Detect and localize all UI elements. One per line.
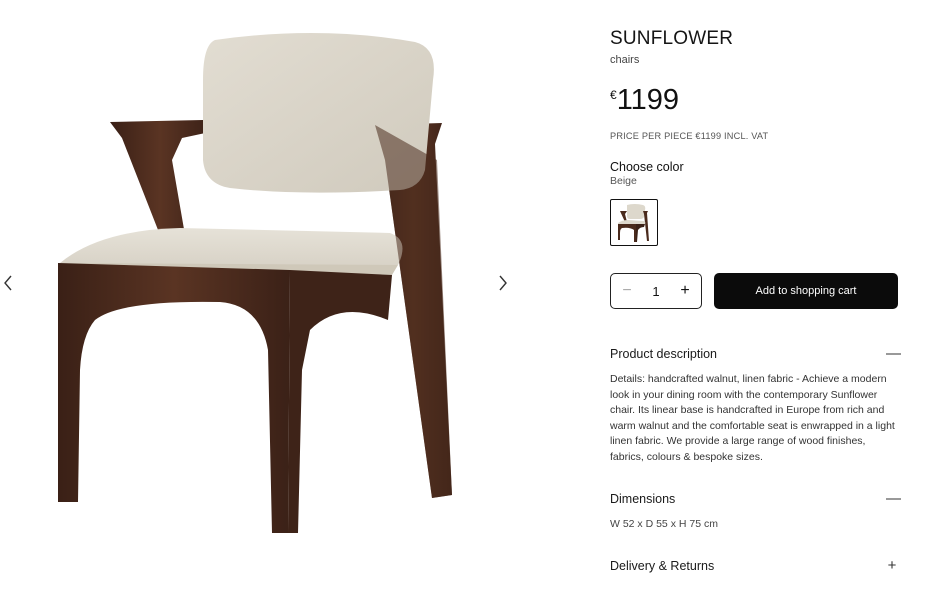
chevron-left-icon xyxy=(4,275,12,291)
collapse-icon: — xyxy=(886,345,901,362)
dimensions-value: W 52 x D 55 x H 75 cm xyxy=(610,518,718,530)
chevron-right-icon xyxy=(499,275,507,291)
product-category: chairs xyxy=(610,54,640,66)
dimensions-label: Dimensions xyxy=(610,491,676,506)
product-price: €1199 xyxy=(610,84,679,117)
currency-symbol: € xyxy=(610,88,617,102)
color-swatch-beige[interactable] xyxy=(610,199,658,246)
previous-image-button[interactable] xyxy=(0,272,18,294)
collapse-icon: — xyxy=(886,490,901,507)
chair-product-image xyxy=(58,32,452,533)
product-gallery xyxy=(0,0,520,590)
price-note: PRICE PER PIECE €1199 INCL. VAT xyxy=(610,131,769,141)
next-image-button[interactable] xyxy=(493,272,513,294)
chair-thumbnail-icon xyxy=(618,203,649,242)
delivery-returns-label: Delivery & Returns xyxy=(610,558,715,573)
product-description-label: Product description xyxy=(610,346,718,361)
price-amount: 1199 xyxy=(616,84,680,116)
minus-icon[interactable]: − xyxy=(619,283,635,299)
plus-icon[interactable]: + xyxy=(677,283,693,299)
product-description-text: Details: handcrafted walnut, linen fabri… xyxy=(610,373,895,463)
add-to-cart-button[interactable]: Add to shopping cart xyxy=(714,273,898,309)
selected-color-value: Beige xyxy=(610,175,637,187)
product-description-toggle[interactable]: Product description — xyxy=(610,345,901,362)
quantity-stepper: − 1 + xyxy=(610,273,702,309)
delivery-returns-toggle[interactable]: Delivery & Returns + xyxy=(610,557,898,574)
product-title: SUNFLOWER xyxy=(610,28,734,49)
expand-icon: + xyxy=(887,557,897,574)
dimensions-toggle[interactable]: Dimensions — xyxy=(610,490,901,507)
quantity-value[interactable]: 1 xyxy=(652,284,659,299)
choose-color-label: Choose color xyxy=(610,160,684,174)
